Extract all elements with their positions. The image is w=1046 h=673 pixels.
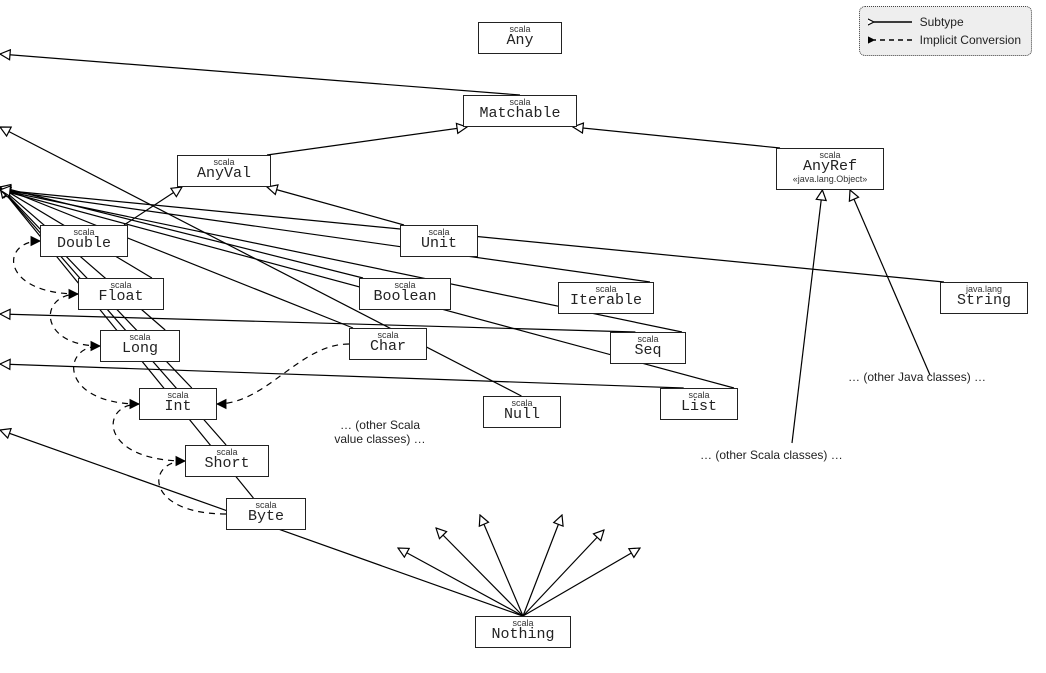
node-iterable: scalaIterable bbox=[558, 282, 654, 314]
implicit-edge-char-int bbox=[217, 344, 349, 404]
node-name: Boolean bbox=[366, 289, 444, 305]
node-subtitle: «java.lang.Object» bbox=[783, 175, 877, 184]
node-boolean: scalaBoolean bbox=[359, 278, 451, 310]
subtype-edge-anyref-matchable bbox=[573, 127, 780, 148]
node-seq: scalaSeq bbox=[610, 332, 686, 364]
node-null: scalaNull bbox=[483, 396, 561, 428]
node-char: scalaChar bbox=[349, 328, 427, 360]
node-name: Byte bbox=[233, 509, 299, 525]
node-byte: scalaByte bbox=[226, 498, 306, 530]
node-name: Long bbox=[107, 341, 173, 357]
node-name: Double bbox=[47, 236, 121, 252]
node-nothing: scalaNothing bbox=[475, 616, 571, 648]
node-anyval: scala AnyVal bbox=[177, 155, 271, 187]
subtype-edge-char-anyval bbox=[0, 187, 353, 328]
subtype-edge-seq-iterable bbox=[0, 314, 635, 332]
node-name: Int bbox=[146, 399, 210, 415]
node-float: scalaFloat bbox=[78, 278, 164, 310]
node-double: scalaDouble bbox=[40, 225, 128, 257]
node-any: scala Any bbox=[478, 22, 562, 54]
node-int: scalaInt bbox=[139, 388, 217, 420]
node-short: scalaShort bbox=[185, 445, 269, 477]
subtype-edge-nothing-fan-2 bbox=[480, 515, 523, 616]
node-name: Float bbox=[85, 289, 157, 305]
legend-box: Subtype Implicit Conversion bbox=[859, 6, 1032, 56]
subtype-edge-unit-anyval bbox=[267, 187, 404, 225]
node-name: AnyVal bbox=[184, 166, 264, 182]
node-name: Null bbox=[490, 407, 554, 423]
legend-implicit-arrow-icon bbox=[868, 33, 914, 47]
subtype-edge-matchable-any bbox=[0, 54, 520, 95]
node-string: java.langString bbox=[940, 282, 1028, 314]
node-name: Short bbox=[192, 456, 262, 472]
annotation-other-java-classes: … (other Java classes) … bbox=[848, 370, 986, 384]
node-anyref: scala AnyRef «java.lang.Object» bbox=[776, 148, 884, 190]
legend-implicit-row: Implicit Conversion bbox=[868, 31, 1021, 49]
subtype-edge-nothing-fan-0 bbox=[398, 548, 523, 616]
subtype-edge-list-seq bbox=[0, 364, 684, 388]
subtype-edge-nothing-fan-4 bbox=[523, 530, 604, 616]
subtype-edge-nothing-fan-5 bbox=[523, 548, 640, 616]
node-name: Unit bbox=[407, 236, 471, 252]
annotation-other-scala-classes: … (other Scala classes) … bbox=[700, 448, 843, 462]
node-unit: scalaUnit bbox=[400, 225, 478, 257]
node-name: Matchable bbox=[470, 106, 570, 122]
subtype-edge-nothing-fan-3 bbox=[523, 515, 562, 616]
node-name: Iterable bbox=[565, 293, 647, 309]
legend-implicit-label: Implicit Conversion bbox=[920, 33, 1021, 47]
legend-subtype-arrow-icon bbox=[868, 15, 914, 29]
node-name: List bbox=[667, 399, 731, 415]
legend-subtype-row: Subtype bbox=[868, 13, 1021, 31]
subtype-edge-anyref-extra-1 bbox=[850, 190, 930, 375]
annotation-other-value-classes: … (other Scalavalue classes) … bbox=[305, 418, 455, 447]
diagram-canvas: Subtype Implicit Conversion bbox=[0, 0, 1046, 673]
legend-subtype-label: Subtype bbox=[920, 15, 964, 29]
node-name: String bbox=[947, 293, 1021, 309]
node-long: scalaLong bbox=[100, 330, 180, 362]
node-name: Any bbox=[485, 33, 555, 49]
node-name: AnyRef bbox=[783, 159, 877, 175]
node-name: Char bbox=[356, 339, 420, 355]
node-name: Nothing bbox=[482, 627, 564, 643]
subtype-edge-nothing-fan-1 bbox=[436, 528, 523, 616]
subtype-edge-double-anyval bbox=[124, 187, 182, 225]
node-matchable: scala Matchable bbox=[463, 95, 577, 127]
subtype-edge-anyref-extra-0 bbox=[792, 190, 822, 443]
subtype-edge-anyval-matchable bbox=[267, 127, 467, 155]
node-name: Seq bbox=[617, 343, 679, 359]
node-list: scalaList bbox=[660, 388, 738, 420]
